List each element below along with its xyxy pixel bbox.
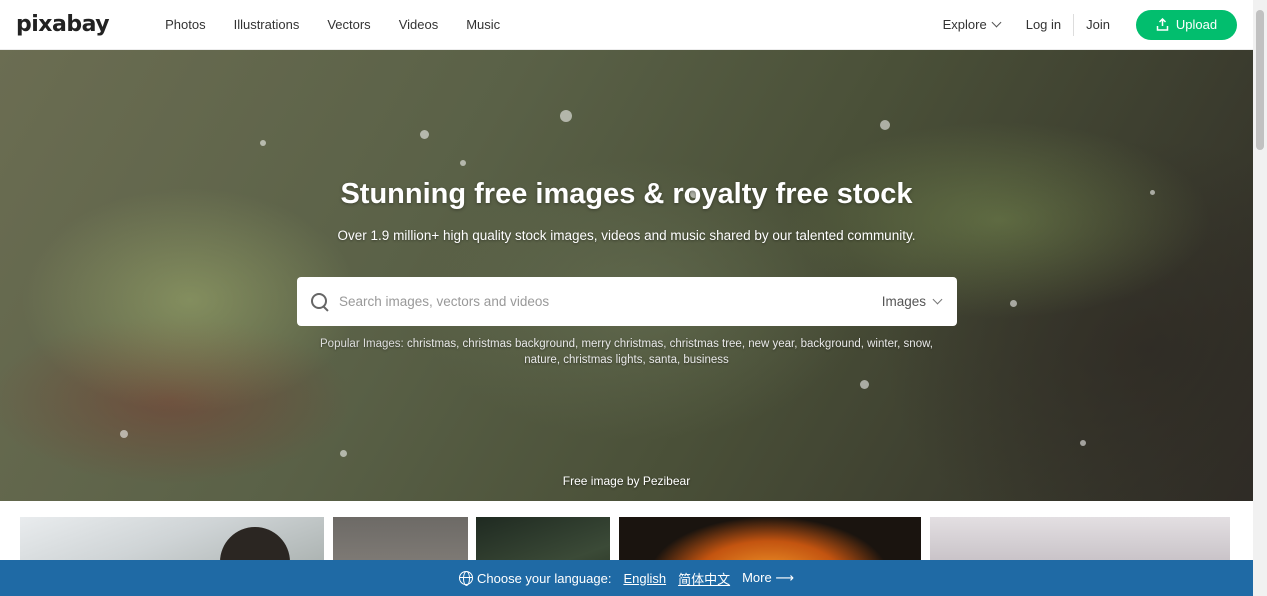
popular-terms[interactable]: christmas, christmas background, merry c… [407, 338, 933, 366]
scrollbar-thumb[interactable] [1256, 10, 1264, 150]
language-bar: Choose your language: English 简体中文 More … [0, 560, 1253, 596]
explore-menu[interactable]: Explore [942, 17, 1002, 32]
scrollbar[interactable] [1253, 0, 1267, 596]
globe-icon [459, 571, 473, 586]
nav-illustrations[interactable]: Illustrations [234, 17, 300, 32]
image-credit[interactable]: Free image by Pezibear [0, 474, 1253, 488]
join-link[interactable]: Join [1086, 17, 1110, 32]
language-more[interactable]: More ⟶ [742, 570, 794, 586]
header-actions: Explore Log in Join Upload [942, 9, 1237, 40]
search-input[interactable] [339, 294, 882, 309]
upload-button[interactable]: Upload [1136, 9, 1237, 40]
search-icon[interactable] [310, 292, 330, 312]
upload-icon [1156, 18, 1169, 31]
language-chinese[interactable]: 简体中文 [678, 569, 730, 588]
hero-subtitle: Over 1.9 million+ high quality stock ima… [337, 228, 916, 243]
chevron-down-icon [932, 294, 943, 305]
search-bar: Images [297, 277, 957, 326]
nav-music[interactable]: Music [466, 17, 500, 32]
pixabay-logo[interactable]: pixabay [16, 12, 110, 37]
search-type-label: Images [881, 294, 926, 309]
chevron-down-icon [991, 17, 1002, 28]
divider [1073, 13, 1075, 36]
explore-label: Explore [942, 17, 987, 32]
login-link[interactable]: Log in [1026, 17, 1061, 32]
nav-videos[interactable]: Videos [399, 17, 439, 32]
arrow-right-icon: ⟶ [775, 570, 794, 585]
nav-photos[interactable]: Photos [165, 17, 205, 32]
more-label: More [742, 570, 772, 585]
popular-searches: Popular Images: christmas, christmas bac… [310, 336, 943, 368]
hero-title: Stunning free images & royalty free stoc… [340, 178, 913, 210]
main-nav: Photos Illustrations Vectors Videos Musi… [165, 17, 528, 32]
upload-label: Upload [1175, 17, 1218, 32]
nav-vectors[interactable]: Vectors [327, 17, 370, 32]
hero-banner: Stunning free images & royalty free stoc… [0, 50, 1253, 501]
top-header: pixabay Photos Illustrations Vectors Vid… [0, 0, 1253, 50]
search-type-dropdown[interactable]: Images [881, 294, 943, 309]
language-label: Choose your language: [477, 570, 612, 586]
popular-label: Popular Images: [320, 338, 404, 350]
language-english[interactable]: English [623, 571, 666, 586]
